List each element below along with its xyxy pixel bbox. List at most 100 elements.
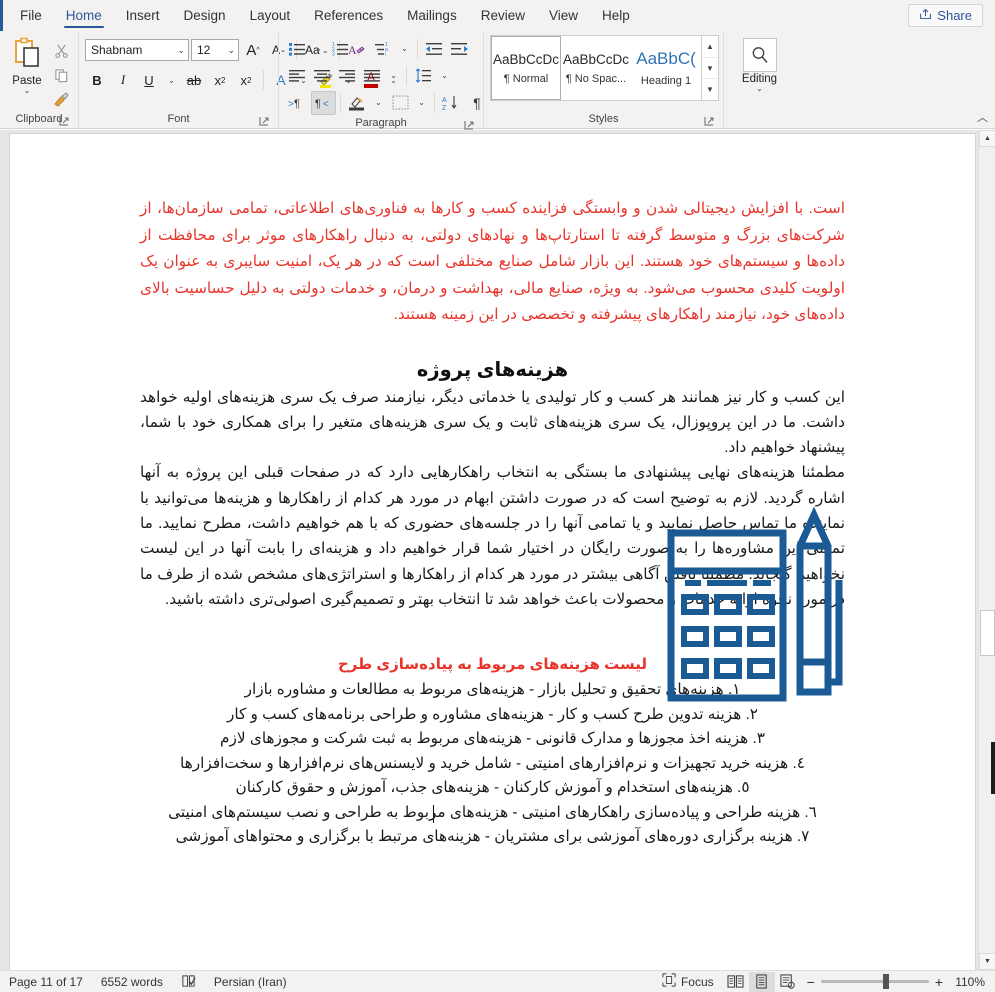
chevron-down-icon[interactable]: ⌄	[24, 87, 31, 95]
decrease-indent-button[interactable]	[422, 37, 446, 61]
editing-button[interactable]: Editing ⌄	[730, 34, 789, 93]
subscript-button[interactable]: x2	[208, 68, 232, 92]
underline-dropdown[interactable]: ⌄	[163, 68, 180, 92]
svg-text:3: 3	[332, 52, 335, 56]
tab-help[interactable]: Help	[590, 0, 642, 31]
chevron-down-icon: ⌄	[177, 44, 185, 55]
numbering-dropdown[interactable]: ⌄	[353, 37, 370, 61]
divider	[263, 70, 264, 90]
line-spacing-button[interactable]	[411, 64, 435, 88]
more-styles-icon[interactable]: ▼	[702, 79, 718, 100]
ltr-text-direction-button[interactable]: > ¶	[285, 91, 310, 115]
styles-gallery[interactable]: AaBbCcDc ¶ Normal AaBbCcDc ¶ No Spac... …	[490, 35, 719, 101]
shading-dropdown[interactable]: ⌄	[370, 91, 387, 115]
font-dialog-launcher[interactable]	[259, 116, 270, 127]
zoom-track[interactable]	[820, 974, 929, 989]
chevron-down-icon[interactable]: ⌄	[756, 85, 763, 93]
tab-layout[interactable]: Layout	[238, 0, 303, 31]
tab-view[interactable]: View	[537, 0, 590, 31]
word-count[interactable]: 6552 words	[92, 971, 172, 992]
multilevel-list-button[interactable]: 1 a i	[371, 37, 395, 61]
share-button[interactable]: Share	[908, 4, 983, 27]
align-left-button[interactable]	[285, 64, 309, 88]
web-layout-button[interactable]	[775, 972, 801, 992]
list-item[interactable]: ٥. هزینه‌های استخدام و آموزش کارکنان - ه…	[140, 776, 845, 801]
format-painter-icon[interactable]	[50, 89, 72, 111]
print-layout-button[interactable]	[748, 971, 775, 992]
list-item[interactable]: ٦. هزینه طراحی و پیاده‌سازی راهکارهای ام…	[140, 801, 845, 826]
tab-home[interactable]: Home	[54, 0, 114, 31]
line-spacing-dropdown[interactable]: ⌄	[436, 64, 453, 88]
list-item[interactable]: ٧. هزینه برگزاری دوره‌های آموزشی برای مش…	[140, 825, 845, 850]
page-indicator[interactable]: Page 11 of 17	[0, 971, 92, 992]
svg-text:¶: ¶	[294, 98, 300, 110]
list-item[interactable]: ٤. هزینه خرید تجهیزات و نرم‌افزارهای امن…	[140, 752, 845, 777]
scroll-down-icon[interactable]: ▼	[979, 953, 995, 970]
zoom-in-button[interactable]: +	[935, 974, 943, 990]
zoom-slider[interactable]: − +	[801, 974, 949, 990]
paragraph-1[interactable]: این کسب و کار نیز همانند هر کسب و کار تو…	[140, 385, 845, 461]
justify-button[interactable]	[360, 64, 384, 88]
font-name-combo[interactable]: Shabnam ⌄	[85, 39, 189, 61]
focus-mode-button[interactable]: Focus	[653, 971, 723, 992]
document-page[interactable]: است. با افزایش دیجیتالی شدن و وابستگی فز…	[10, 134, 975, 970]
multilevel-dropdown[interactable]: ⌄	[396, 37, 413, 61]
borders-dropdown[interactable]: ⌄	[413, 91, 430, 115]
font-group-label: Font	[85, 111, 272, 128]
document-canvas[interactable]: است. با افزایش دیجیتالی شدن و وابستگی فز…	[0, 130, 995, 970]
tab-review[interactable]: Review	[469, 0, 537, 31]
paragraph-red-intro[interactable]: است. با افزایش دیجیتالی شدن و وابستگی فز…	[140, 196, 845, 329]
scroll-up-icon[interactable]: ▲	[979, 130, 995, 147]
calculator-and-pencil-image[interactable]	[655, 502, 845, 702]
list-item[interactable]: ٣. هزینه اخذ مجوزها و مدارک قانونی - هزی…	[140, 727, 845, 752]
tab-insert[interactable]: Insert	[114, 0, 172, 31]
proofing-errors-icon[interactable]	[172, 971, 205, 992]
superscript-button[interactable]: x2	[234, 68, 258, 92]
strikethrough-button[interactable]: ab	[182, 68, 206, 92]
bold-button[interactable]: B	[85, 68, 109, 92]
font-size-combo[interactable]: 12 ⌄	[191, 39, 239, 61]
shading-button[interactable]	[345, 91, 369, 115]
tab-references[interactable]: References	[302, 0, 395, 31]
justify-dropdown[interactable]: ⌄	[385, 64, 402, 88]
paste-button[interactable]: Paste ⌄	[6, 34, 48, 95]
language-indicator[interactable]: Persian (Iran)	[205, 971, 296, 992]
scroll-down-icon[interactable]: ▼	[702, 58, 718, 80]
borders-button[interactable]	[388, 91, 412, 115]
bullets-button[interactable]	[285, 37, 309, 61]
read-mode-button[interactable]	[723, 972, 749, 992]
chevron-down-icon: ⌄	[227, 44, 235, 55]
increase-indent-button[interactable]	[447, 37, 471, 61]
collapse-ribbon-button[interactable]: ︿	[977, 109, 988, 125]
grow-font-button[interactable]: A ^	[241, 38, 265, 62]
tab-design[interactable]: Design	[172, 0, 238, 31]
clipboard-dialog-launcher[interactable]	[59, 116, 70, 127]
cut-icon[interactable]	[50, 39, 72, 61]
italic-button[interactable]: I	[111, 68, 135, 92]
styles-gallery-scrollbar[interactable]: ▲ ▼ ▼	[701, 36, 718, 100]
heading-project-costs[interactable]: هزینه‌های پروژه	[140, 355, 845, 385]
zoom-thumb[interactable]	[882, 974, 889, 989]
vertical-scrollbar[interactable]: ▲ ▼	[978, 130, 995, 970]
bullets-dropdown[interactable]: ⌄	[310, 37, 327, 61]
style-no-spacing[interactable]: AaBbCcDc ¶ No Spac...	[561, 36, 631, 100]
align-center-button[interactable]	[310, 64, 334, 88]
list-item[interactable]: ٢. هزینه تدوین طرح کسب و کار - هزینه‌های…	[140, 703, 845, 728]
search-icon	[742, 38, 777, 72]
ribbon: Paste ⌄ Clipboard Shabnam ⌄ 12 ⌄ A ^ A ⌄…	[0, 31, 995, 130]
rtl-text-direction-button[interactable]: ¶ <	[311, 90, 336, 115]
styles-dialog-launcher[interactable]	[704, 116, 715, 127]
scroll-up-icon[interactable]: ▲	[702, 36, 718, 58]
underline-button[interactable]: U	[137, 68, 161, 92]
zoom-out-button[interactable]: −	[807, 974, 815, 990]
scrollbar-thumb[interactable]	[980, 610, 995, 656]
copy-icon[interactable]	[50, 64, 72, 86]
sort-button[interactable]: A Z	[439, 91, 464, 115]
tab-file[interactable]: File	[8, 0, 54, 31]
tab-mailings[interactable]: Mailings	[395, 0, 469, 31]
numbering-button[interactable]: 1 2 3	[328, 37, 352, 61]
zoom-level[interactable]: 110%	[949, 975, 995, 989]
style-normal[interactable]: AaBbCcDc ¶ Normal	[491, 36, 561, 100]
align-right-button[interactable]	[335, 64, 359, 88]
style-heading-1[interactable]: AaBbC( Heading 1	[631, 36, 701, 100]
